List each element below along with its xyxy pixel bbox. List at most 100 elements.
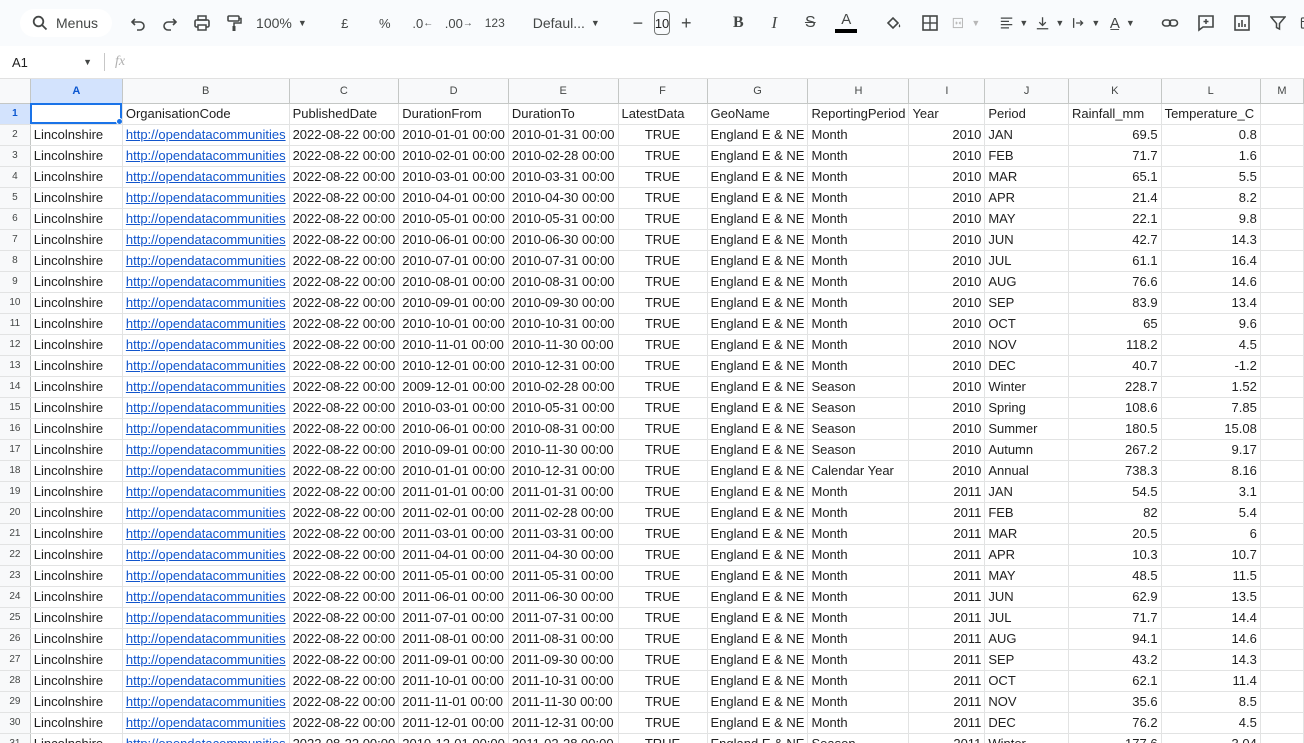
- cell-d1[interactable]: DurationFrom: [398, 103, 509, 125]
- cell-d6[interactable]: 2010-05-01 00:00: [398, 208, 509, 230]
- row-header[interactable]: 20: [0, 502, 31, 524]
- zoom-select[interactable]: 100% ▼: [250, 9, 313, 37]
- cell-d13[interactable]: 2010-12-01 00:00: [398, 355, 509, 377]
- cell-h1[interactable]: ReportingPeriod: [807, 103, 910, 125]
- cell-i6[interactable]: 2010: [908, 208, 986, 230]
- text-wrapping-button[interactable]: ▼: [1072, 9, 1100, 37]
- cell-k4[interactable]: 65.1: [1068, 166, 1162, 188]
- cell-i1[interactable]: Year: [908, 103, 986, 125]
- column-header-c[interactable]: C: [289, 79, 400, 104]
- cell-g10[interactable]: England E & NE: [707, 292, 809, 314]
- cell-d28[interactable]: 2011-10-01 00:00: [398, 670, 509, 692]
- cell-m27[interactable]: [1260, 649, 1304, 671]
- cell-i7[interactable]: 2010: [908, 229, 986, 251]
- cell-k11[interactable]: 65: [1068, 313, 1162, 335]
- cell-e19[interactable]: 2011-01-31 00:00: [508, 481, 619, 503]
- cell-l29[interactable]: 8.5: [1161, 691, 1261, 713]
- cell-c20[interactable]: 2022-08-22 00:00: [289, 502, 400, 524]
- cell-g14[interactable]: England E & NE: [707, 376, 809, 398]
- cell-l4[interactable]: 5.5: [1161, 166, 1261, 188]
- cell-j2[interactable]: JAN: [984, 124, 1069, 146]
- cell-l13[interactable]: -1.2: [1161, 355, 1261, 377]
- cell-b28[interactable]: http://opendatacommunities: [122, 670, 290, 692]
- cell-i24[interactable]: 2011: [908, 586, 986, 608]
- row-header[interactable]: 6: [0, 208, 31, 230]
- column-header-f[interactable]: F: [618, 79, 708, 104]
- row-header[interactable]: 27: [0, 649, 31, 671]
- cell-h25[interactable]: Month: [807, 607, 910, 629]
- cell-a12[interactable]: Lincolnshire: [30, 334, 123, 356]
- cell-e10[interactable]: 2010-09-30 00:00: [508, 292, 619, 314]
- cell-i27[interactable]: 2011: [908, 649, 986, 671]
- cell-c14[interactable]: 2022-08-22 00:00: [289, 376, 400, 398]
- cell-g4[interactable]: England E & NE: [707, 166, 809, 188]
- cell-l26[interactable]: 14.6: [1161, 628, 1261, 650]
- cell-l16[interactable]: 15.08: [1161, 418, 1261, 440]
- cell-h10[interactable]: Month: [807, 292, 910, 314]
- row-header[interactable]: 13: [0, 355, 31, 377]
- cell-e6[interactable]: 2010-05-31 00:00: [508, 208, 619, 230]
- cell-c17[interactable]: 2022-08-22 00:00: [289, 439, 400, 461]
- cell-e20[interactable]: 2011-02-28 00:00: [508, 502, 619, 524]
- cell-i8[interactable]: 2010: [908, 250, 986, 272]
- cell-m15[interactable]: [1260, 397, 1304, 419]
- cell-i13[interactable]: 2010: [908, 355, 986, 377]
- cell-b13[interactable]: http://opendatacommunities: [122, 355, 290, 377]
- cell-k3[interactable]: 71.7: [1068, 145, 1162, 167]
- cell-c21[interactable]: 2022-08-22 00:00: [289, 523, 400, 545]
- cell-a20[interactable]: Lincolnshire: [30, 502, 123, 524]
- cell-k15[interactable]: 108.6: [1068, 397, 1162, 419]
- cell-j30[interactable]: DEC: [984, 712, 1069, 734]
- cell-c30[interactable]: 2022-08-22 00:00: [289, 712, 400, 734]
- cell-g26[interactable]: England E & NE: [707, 628, 809, 650]
- cell-b19[interactable]: http://opendatacommunities: [122, 481, 290, 503]
- cell-h8[interactable]: Month: [807, 250, 910, 272]
- insert-chart-button[interactable]: [1228, 9, 1256, 37]
- cell-e5[interactable]: 2010-04-30 00:00: [508, 187, 619, 209]
- cell-b24[interactable]: http://opendatacommunities: [122, 586, 290, 608]
- cell-f27[interactable]: TRUE: [618, 649, 708, 671]
- row-header[interactable]: 8: [0, 250, 31, 272]
- cell-d5[interactable]: 2010-04-01 00:00: [398, 187, 509, 209]
- cell-b11[interactable]: http://opendatacommunities: [122, 313, 290, 335]
- row-header[interactable]: 24: [0, 586, 31, 608]
- cell-c19[interactable]: 2022-08-22 00:00: [289, 481, 400, 503]
- row-header[interactable]: 26: [0, 628, 31, 650]
- row-header[interactable]: 9: [0, 271, 31, 293]
- cell-j23[interactable]: MAY: [984, 565, 1069, 587]
- cell-l21[interactable]: 6: [1161, 523, 1261, 545]
- cell-k17[interactable]: 267.2: [1068, 439, 1162, 461]
- cell-k21[interactable]: 20.5: [1068, 523, 1162, 545]
- cell-h21[interactable]: Month: [807, 523, 910, 545]
- cell-k7[interactable]: 42.7: [1068, 229, 1162, 251]
- cell-j14[interactable]: Winter: [984, 376, 1069, 398]
- cell-l24[interactable]: 13.5: [1161, 586, 1261, 608]
- cell-e8[interactable]: 2010-07-31 00:00: [508, 250, 619, 272]
- cell-a27[interactable]: Lincolnshire: [30, 649, 123, 671]
- cell-f19[interactable]: TRUE: [618, 481, 708, 503]
- cell-h29[interactable]: Month: [807, 691, 910, 713]
- increase-font-size-button[interactable]: +: [672, 9, 700, 37]
- cell-m25[interactable]: [1260, 607, 1304, 629]
- column-header-g[interactable]: G: [707, 79, 809, 104]
- cell-d2[interactable]: 2010-01-01 00:00: [398, 124, 509, 146]
- cell-h27[interactable]: Month: [807, 649, 910, 671]
- cell-d29[interactable]: 2011-11-01 00:00: [398, 691, 509, 713]
- increase-decimal-button[interactable]: .00 →: [445, 9, 473, 37]
- cell-g3[interactable]: England E & NE: [707, 145, 809, 167]
- cell-f14[interactable]: TRUE: [618, 376, 708, 398]
- cell-g22[interactable]: England E & NE: [707, 544, 809, 566]
- cell-i3[interactable]: 2010: [908, 145, 986, 167]
- cell-g16[interactable]: England E & NE: [707, 418, 809, 440]
- cell-c1[interactable]: PublishedDate: [289, 103, 400, 125]
- cell-e2[interactable]: 2010-01-31 00:00: [508, 124, 619, 146]
- cell-l22[interactable]: 10.7: [1161, 544, 1261, 566]
- cell-e26[interactable]: 2011-08-31 00:00: [508, 628, 619, 650]
- cell-b21[interactable]: http://opendatacommunities: [122, 523, 290, 545]
- cell-k2[interactable]: 69.5: [1068, 124, 1162, 146]
- column-header-l[interactable]: L: [1161, 79, 1261, 104]
- cell-i18[interactable]: 2010: [908, 460, 986, 482]
- percent-format-button[interactable]: %: [371, 9, 399, 37]
- cell-g6[interactable]: England E & NE: [707, 208, 809, 230]
- cell-e31[interactable]: 2011-02-28 00:00: [508, 733, 619, 743]
